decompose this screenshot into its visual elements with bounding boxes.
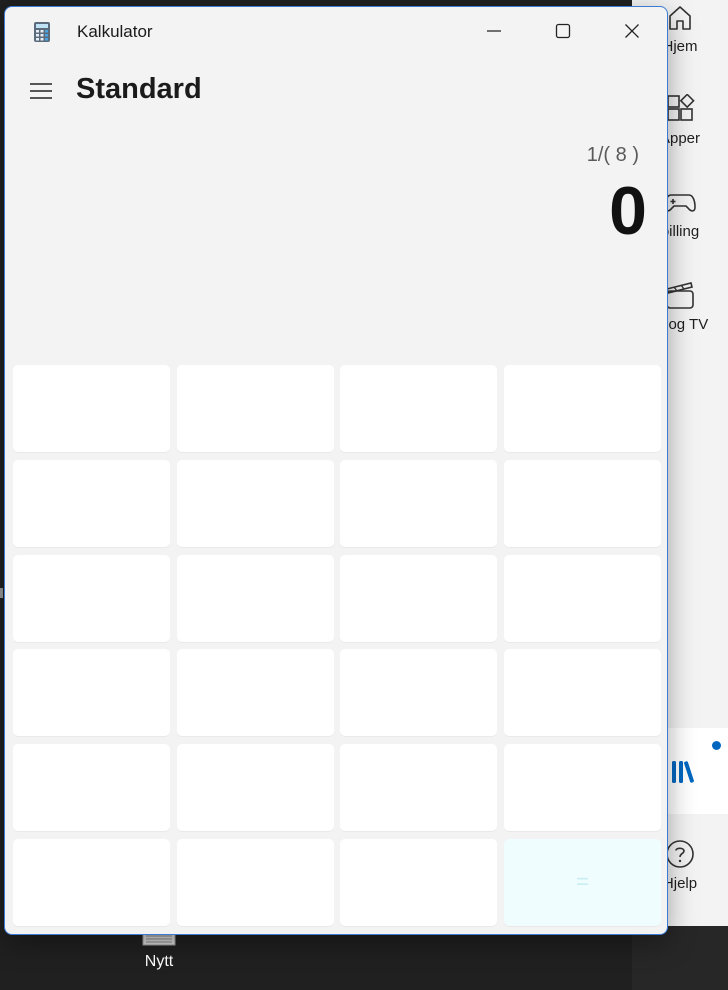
title-bar[interactable]: Kalkulator [5, 7, 667, 55]
apps-icon [663, 92, 697, 126]
close-button[interactable] [609, 7, 655, 55]
store-nav-label: Hjelp [662, 875, 698, 892]
keypad-button[interactable] [177, 460, 334, 547]
keypad-button[interactable] [504, 744, 661, 831]
library-icon [672, 761, 694, 783]
minimize-icon [487, 30, 501, 32]
keypad-button[interactable] [13, 365, 170, 452]
keypad-button[interactable] [504, 460, 661, 547]
keypad-button[interactable] [504, 365, 661, 452]
calculator-icon [34, 22, 50, 42]
minimize-button[interactable] [471, 7, 517, 55]
desktop-shortcut-label: Nytt [144, 953, 174, 970]
keypad-button[interactable] [340, 839, 497, 926]
keypad-button[interactable] [177, 744, 334, 831]
home-icon [663, 0, 697, 34]
equals-label: = [576, 869, 589, 894]
navigation-menu-button[interactable] [25, 77, 57, 105]
notification-dot [712, 741, 721, 750]
maximize-button[interactable] [540, 7, 586, 55]
keypad-button[interactable] [13, 839, 170, 926]
keypad-button[interactable] [504, 555, 661, 642]
expression-display: 1/( 8 ) [586, 144, 639, 166]
store-bottom-area [632, 926, 728, 990]
keypad-button[interactable] [13, 649, 170, 736]
gamepad-icon [663, 185, 697, 219]
mode-title: Standard [76, 73, 202, 105]
keypad-button[interactable] [13, 555, 170, 642]
maximize-icon [555, 23, 571, 39]
keypad-button[interactable] [340, 365, 497, 452]
keypad-button[interactable] [177, 839, 334, 926]
window-title: Kalkulator [77, 22, 153, 41]
keypad-button[interactable] [340, 555, 497, 642]
keypad-button[interactable] [340, 649, 497, 736]
help-icon [663, 837, 697, 871]
equals-button[interactable]: = [504, 839, 661, 926]
keypad-button[interactable] [13, 744, 170, 831]
calculator-window: Kalkulator Standard 1/( 8 ) 0 = [4, 6, 668, 935]
result-display: 0 [609, 173, 647, 249]
hamburger-icon [30, 83, 52, 99]
keypad-button[interactable] [504, 649, 661, 736]
keypad-button[interactable] [340, 460, 497, 547]
keypad-button[interactable] [13, 460, 170, 547]
keypad-button[interactable] [177, 649, 334, 736]
desktop-shortcut[interactable]: Nytt [126, 928, 192, 990]
film-icon [663, 278, 697, 312]
keypad-button[interactable] [177, 365, 334, 452]
keypad-button[interactable] [340, 744, 497, 831]
keypad-button[interactable] [177, 555, 334, 642]
background-window-edge [0, 588, 3, 598]
close-icon [625, 24, 639, 38]
